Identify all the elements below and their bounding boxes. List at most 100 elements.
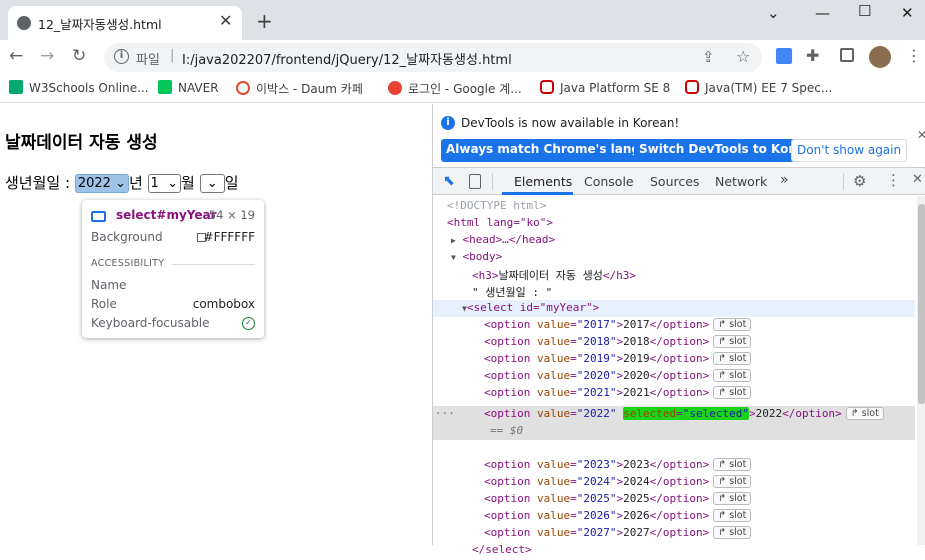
option-node[interactable]: <option value="2017">2017</option> ↱ slot [484, 318, 752, 335]
collapse-triangle-icon[interactable]: ▼ [451, 253, 456, 262]
bookmark-star-icon[interactable]: ☆ [736, 47, 750, 66]
slot-badge[interactable]: ↱ slot [713, 475, 752, 488]
option-node[interactable]: <option value="2023">2023</option> ↱ slot [484, 458, 752, 475]
menu-icon[interactable]: ⋮ [906, 46, 922, 65]
reload-icon[interactable]: ↻ [72, 46, 86, 66]
chevron-down-icon: ⌄ [206, 176, 218, 191]
accessibility-heading: ACCESSIBILITY [91, 258, 165, 269]
attr-value: "2027" [576, 526, 617, 539]
extensions-icon[interactable]: ✚ [806, 46, 819, 65]
close-devtools-icon[interactable]: ✕ [912, 172, 923, 187]
slot-badge[interactable]: ↱ slot [713, 458, 752, 471]
month-value: 1 [150, 176, 159, 191]
h3-open-tag: <h3> [472, 269, 499, 282]
month-suffix: 월 [181, 174, 195, 192]
option-open-tag: <option [484, 386, 531, 399]
share-icon[interactable]: ⇪ [702, 48, 715, 66]
settings-gear-icon[interactable]: ⚙ [853, 172, 866, 190]
translate-extension-icon[interactable] [776, 48, 792, 64]
dont-show-again-button[interactable]: Don't show again [791, 139, 908, 162]
attr-name: value [530, 369, 571, 382]
option-close-tag: </option> [649, 335, 710, 348]
h3-close-tag: </h3> [602, 269, 636, 282]
tab-console[interactable]: Console [584, 174, 634, 189]
option-open-tag: <option [484, 352, 531, 365]
text-node[interactable]: " 생년월일 : " [472, 284, 552, 301]
option-node[interactable]: <option value="2027">2027</option> ↱ slot [484, 526, 752, 543]
node-actions-icon[interactable]: ··· [435, 407, 455, 424]
browser-tab[interactable]: 12_날짜자동생성.html ✕ [8, 6, 242, 40]
role-value: combobox [192, 297, 255, 311]
tab-sources[interactable]: Sources [650, 174, 699, 189]
bookmark-w3schools[interactable]: W3Schools Online... [9, 80, 149, 95]
divider [492, 173, 493, 190]
maximize-icon[interactable]: ☐ [858, 2, 871, 20]
bookmark-java-ee7[interactable]: Java(TM) EE 7 Spec... [685, 80, 832, 95]
option-node[interactable]: <option value="2019">2019</option> ↱ slot [484, 352, 752, 369]
month-select[interactable]: 1 ⌄ [147, 174, 181, 193]
option-node[interactable]: <option value="2021">2021</option> ↱ slot [484, 386, 752, 403]
slot-badge[interactable]: ↱ slot [713, 386, 752, 399]
close-infobar-icon[interactable]: ✕ [917, 128, 925, 142]
head-node[interactable]: ▶ <head>…</head> [451, 233, 555, 250]
scrollbar-thumb[interactable] [918, 204, 925, 404]
option-node[interactable]: <option value="2026">2026</option> ↱ slot [484, 509, 752, 526]
slot-badge[interactable]: ↱ slot [713, 369, 752, 382]
window-close-icon[interactable]: ✕ [901, 4, 914, 22]
more-tabs-icon[interactable]: » [780, 172, 789, 188]
slot-badge[interactable]: ↱ slot [713, 352, 752, 365]
option-node[interactable]: <option value="2020">2020</option> ↱ slot [484, 369, 752, 386]
minimize-icon[interactable]: — [815, 4, 830, 22]
bookmark-daum-cafe[interactable]: 이박스 - Daum 카페 [236, 80, 363, 97]
google-icon [388, 81, 402, 95]
expand-triangle-icon[interactable]: ▶ [451, 236, 456, 245]
option-close-tag: </option> [649, 475, 710, 488]
select-node[interactable]: ▼<select id="myYear"> [462, 301, 599, 318]
bookmark-naver[interactable]: NAVER [158, 80, 219, 95]
option-node[interactable]: <option value="2022" selected="selected"… [484, 407, 884, 424]
side-panel-icon[interactable] [840, 48, 854, 62]
tag-end: > [748, 407, 756, 420]
select-close-node[interactable]: </select> [472, 543, 532, 560]
doctype-node[interactable]: <!DOCTYPE html> [447, 199, 546, 216]
slot-badge[interactable]: ↱ slot [713, 492, 752, 505]
attr-value: "2026" [576, 509, 617, 522]
slot-badge[interactable]: ↱ slot [713, 335, 752, 348]
html-node[interactable]: <html lang="ko"> [447, 216, 553, 233]
tab-elements[interactable]: Elements [514, 174, 572, 189]
devtools-scrollbar[interactable] [917, 196, 925, 545]
option-node[interactable]: <option value="2024">2024</option> ↱ slot [484, 475, 752, 492]
h3-node[interactable]: <h3>날짜데이터 자동 생성</h3> [472, 267, 636, 284]
tab-search-icon[interactable]: ⌄ [767, 4, 780, 22]
new-tab-icon[interactable]: + [256, 9, 273, 33]
option-text: 2018 [623, 335, 650, 348]
slot-badge[interactable]: ↱ slot [713, 509, 752, 522]
elements-tree: <!DOCTYPE html> <html lang="ko"> ▶ <head… [433, 196, 917, 556]
daum-icon [236, 81, 250, 95]
tab-network[interactable]: Network [715, 174, 767, 189]
close-tab-icon[interactable]: ✕ [219, 11, 232, 30]
address-bar[interactable]: i 파일 | I:/java202207/frontend/jQuery/12_… [104, 43, 762, 72]
day-select[interactable]: ⌄ [199, 174, 225, 193]
info-icon[interactable]: i [114, 49, 129, 64]
bookmark-google-login[interactable]: 로그인 - Google 계... [388, 80, 522, 97]
url-text[interactable]: I:/java202207/frontend/jQuery/12_날짜자동생성.… [182, 49, 512, 68]
slot-badge[interactable]: ↱ slot [713, 318, 752, 331]
slot-badge[interactable]: ↱ slot [845, 407, 884, 420]
more-options-icon[interactable]: ⋮ [886, 171, 901, 189]
inspect-element-icon[interactable]: ⬉ [443, 173, 455, 189]
body-node[interactable]: ▼ <body> [451, 250, 502, 267]
option-node[interactable]: <option value="2025">2025</option> ↱ slot [484, 492, 752, 509]
equals-sign: = [570, 509, 577, 522]
year-select[interactable]: 2022 ⌄ [74, 174, 129, 193]
device-toolbar-icon[interactable] [469, 174, 481, 189]
avatar[interactable] [869, 46, 891, 68]
forward-icon[interactable]: → [40, 46, 54, 66]
slot-badge[interactable]: ↱ slot [713, 526, 752, 539]
back-icon[interactable]: ← [9, 46, 23, 66]
page-viewport: 날짜데이터 자동 생성 생년월일 : 2022 ⌄ 년 1 ⌄ 월 ⌄ 일 sele… [0, 104, 432, 545]
bookmark-java-se8[interactable]: Java Platform SE 8 [540, 80, 670, 95]
equals-sign: = [570, 318, 577, 331]
attr-value: "2019" [576, 352, 617, 365]
option-node[interactable]: <option value="2018">2018</option> ↱ slot [484, 335, 752, 352]
